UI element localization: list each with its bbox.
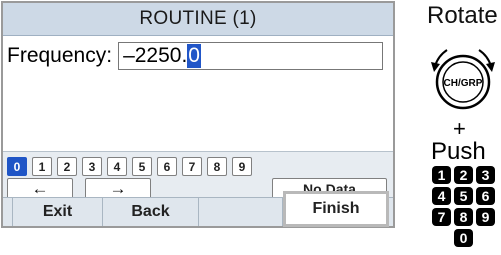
cursor-left-button[interactable]: ← (7, 178, 73, 199)
frequency-value: –2250. (123, 44, 188, 67)
rotate-label: Rotate (427, 2, 498, 29)
knob-label: CH/GRP (444, 78, 483, 89)
keypad-icon: 1 2 3 4 5 6 7 8 9 0 (432, 166, 498, 250)
digit-key-row: 0 1 2 3 4 5 6 7 8 9 (7, 157, 257, 176)
screen-title: ROUTINE (1) (3, 3, 393, 36)
push-label: Push (431, 138, 486, 165)
keypad-key-0: 0 (454, 229, 473, 247)
exit-softkey[interactable]: Exit (13, 198, 103, 226)
frequency-input[interactable]: –2250. 0 (118, 42, 384, 70)
digit-key-3[interactable]: 3 (82, 157, 102, 176)
digit-key-5[interactable]: 5 (132, 157, 152, 176)
keypad-key-3: 3 (476, 166, 495, 184)
digit-key-6[interactable]: 6 (157, 157, 177, 176)
digit-key-0[interactable]: 0 (7, 157, 27, 176)
keypad-key-8: 8 (454, 208, 473, 226)
softkey-bar: Exit Back Finish (3, 191, 393, 227)
digit-key-2[interactable]: 2 (57, 157, 77, 176)
back-softkey[interactable]: Back (103, 198, 199, 226)
empty-softkey[interactable] (199, 198, 283, 226)
frequency-cursor: 0 (187, 44, 201, 68)
cursor-right-button[interactable]: → (85, 178, 151, 199)
digit-key-1[interactable]: 1 (32, 157, 52, 176)
operation-guide: Rotate CH/GRP + Push 1 2 3 4 5 6 7 8 9 0 (425, 0, 501, 255)
ch-grp-knob-icon: CH/GRP (431, 49, 495, 110)
keypad-row: 7 8 9 (432, 208, 498, 226)
finish-softkey[interactable]: Finish (283, 191, 389, 227)
keypad-key-5: 5 (454, 187, 473, 205)
softkey-spacer (3, 198, 13, 226)
keypad-key-1: 1 (432, 166, 451, 184)
keypad-row: 1 2 3 (432, 166, 498, 184)
radio-screen: ROUTINE (1) Frequency: –2250. 0 0 1 2 3 4… (1, 1, 395, 228)
keypad-row: 4 5 6 (432, 187, 498, 205)
keypad-key-2: 2 (454, 166, 473, 184)
keypad-key-4: 4 (432, 187, 451, 205)
digit-key-9[interactable]: 9 (232, 157, 252, 176)
keypad-key-7: 7 (432, 208, 451, 226)
keypad-row: 0 (454, 229, 498, 247)
keypad-key-6: 6 (476, 187, 495, 205)
digit-key-7[interactable]: 7 (182, 157, 202, 176)
frequency-row: Frequency: –2250. 0 (7, 41, 384, 71)
digit-key-4[interactable]: 4 (107, 157, 127, 176)
keypad-key-9: 9 (476, 208, 495, 226)
digit-key-8[interactable]: 8 (207, 157, 227, 176)
frequency-label: Frequency: (7, 44, 113, 67)
